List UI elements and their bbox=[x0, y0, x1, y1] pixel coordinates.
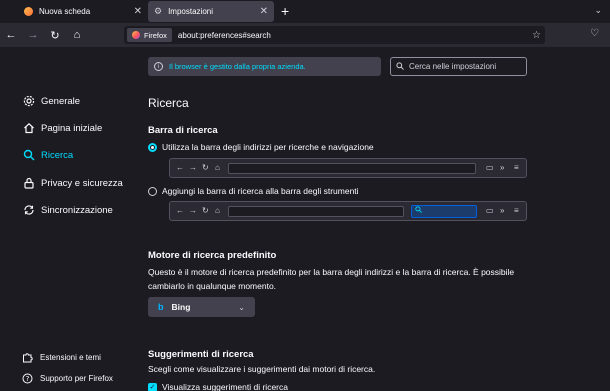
overflow-icon: » bbox=[500, 206, 505, 215]
searchbar-heading: Barra di ricerca bbox=[148, 125, 218, 136]
sidebar-item-label: Sincronizzazione bbox=[41, 204, 113, 216]
identity-label: Firefox bbox=[144, 30, 167, 40]
checkbox-checked[interactable]: ✓ bbox=[148, 382, 157, 391]
sidebar-item-label: Ricerca bbox=[41, 149, 74, 161]
engine-heading: Motore di ricerca predefinito bbox=[148, 250, 277, 261]
reader-icon: ▭ bbox=[486, 163, 494, 172]
navigation-toolbar: ← → ↻ ⌂ Firefox about:preferences#search… bbox=[0, 23, 610, 47]
lock-icon bbox=[22, 177, 35, 190]
back-icon: ← bbox=[176, 206, 184, 215]
overflow-icon: » bbox=[500, 163, 505, 172]
urlbar-preview-field bbox=[228, 206, 404, 217]
checkbox-label: Visualizza suggerimenti di ricerca bbox=[162, 382, 288, 391]
search-icon bbox=[22, 149, 35, 162]
tab-label: Nuova scheda bbox=[39, 7, 91, 16]
engine-description: Questo è il motore di ricerca predefinit… bbox=[148, 267, 515, 291]
radio-button[interactable] bbox=[148, 142, 157, 152]
svg-text:?: ? bbox=[26, 375, 30, 383]
new-tab-button[interactable]: + bbox=[281, 3, 289, 19]
radio-label: Utilizza la barra degli indirizzi per ri… bbox=[162, 142, 374, 152]
pocket-icon[interactable]: ♡ bbox=[590, 28, 599, 39]
default-engine-value: Bing bbox=[171, 302, 191, 312]
puzzle-icon bbox=[22, 352, 33, 363]
radio-label: Aggiungi la barra di ricerca alla barra … bbox=[162, 186, 359, 196]
gear-icon: ⚙ bbox=[154, 6, 163, 16]
reader-icon: ▭ bbox=[486, 206, 494, 215]
close-icon[interactable]: ✕ bbox=[134, 6, 142, 17]
gear-icon bbox=[22, 95, 35, 108]
sidebar-item-privacy[interactable]: Privacy e sicurezza bbox=[22, 175, 123, 191]
searchbar-preview-field bbox=[411, 205, 477, 218]
sidebar-footer-label: Supporto per Firefox bbox=[40, 373, 113, 383]
sidebar-item-label: Privacy e sicurezza bbox=[41, 177, 123, 189]
suggestions-heading: Suggerimenti di ricerca bbox=[148, 349, 254, 360]
sidebar-item-label: Generale bbox=[41, 95, 81, 107]
suggestions-description: Scegli come visualizzare i suggerimenti … bbox=[148, 364, 376, 374]
sidebar-item-label: Pagina iniziale bbox=[41, 122, 103, 134]
bing-icon: b bbox=[158, 302, 164, 312]
policy-notice[interactable]: i Il browser è gestito dalla propria azi… bbox=[148, 57, 381, 76]
reload-icon: ↻ bbox=[202, 163, 209, 172]
menu-icon: ≡ bbox=[514, 206, 519, 215]
radio-option-urlbar[interactable]: Utilizza la barra degli indirizzi per ri… bbox=[148, 142, 374, 152]
search-placeholder: Cerca nelle impostazioni bbox=[409, 62, 497, 71]
searchbar-preview-image: ← → ↻ ⌂ ▭ » ≡ bbox=[169, 201, 527, 221]
sidebar-item-sync[interactable]: Sincronizzazione bbox=[22, 202, 113, 218]
default-engine-select[interactable]: b Bing ⌄ bbox=[148, 297, 255, 317]
identity-box[interactable]: Firefox bbox=[127, 28, 172, 42]
forward-icon[interactable]: → bbox=[22, 29, 44, 41]
search-icon bbox=[396, 61, 404, 72]
reload-icon: ↻ bbox=[202, 206, 209, 215]
list-all-tabs-icon[interactable]: ⌄ bbox=[594, 5, 602, 16]
forward-icon: → bbox=[189, 206, 197, 215]
back-icon[interactable]: ← bbox=[0, 29, 22, 41]
tab-new-tab[interactable]: Nuova scheda ✕ bbox=[18, 1, 148, 22]
urlbar-preview-field bbox=[228, 163, 476, 174]
firefox-icon bbox=[132, 31, 140, 39]
suggestions-checkbox-row[interactable]: ✓ Visualizza suggerimenti di ricerca bbox=[148, 382, 288, 391]
sync-icon bbox=[22, 204, 35, 217]
home-icon: ⌂ bbox=[215, 206, 220, 215]
sidebar-item-search[interactable]: Ricerca bbox=[22, 147, 73, 163]
chevron-down-icon: ⌄ bbox=[238, 302, 245, 312]
policy-notice-text: Il browser è gestito dalla propria azien… bbox=[169, 62, 306, 71]
forward-icon: → bbox=[189, 163, 197, 172]
url-bar[interactable]: Firefox about:preferences#search ☆ bbox=[124, 26, 545, 44]
tab-label: Impostazioni bbox=[168, 7, 213, 16]
sidebar-item-support[interactable]: ? Supporto per Firefox bbox=[22, 371, 113, 385]
page-title: Ricerca bbox=[148, 96, 189, 110]
radio-button[interactable] bbox=[148, 186, 157, 196]
tab-settings[interactable]: ⚙ Impostazioni ✕ bbox=[148, 1, 274, 22]
bookmark-star-icon[interactable]: ☆ bbox=[532, 30, 541, 41]
home-icon[interactable]: ⌂ bbox=[66, 29, 88, 41]
url-text[interactable]: about:preferences#search bbox=[178, 31, 271, 40]
home-icon: ⌂ bbox=[215, 163, 220, 172]
sidebar-item-general[interactable]: Generale bbox=[22, 93, 80, 109]
search-icon bbox=[415, 206, 422, 213]
help-icon: ? bbox=[22, 373, 33, 384]
search-settings-input[interactable]: Cerca nelle impostazioni bbox=[390, 57, 527, 76]
menu-icon: ≡ bbox=[514, 163, 519, 172]
close-icon[interactable]: ✕ bbox=[260, 6, 268, 17]
home-icon bbox=[22, 122, 35, 135]
back-icon: ← bbox=[176, 163, 184, 172]
tab-strip: Nuova scheda ✕ ⚙ Impostazioni ✕ + ⌄ bbox=[0, 0, 610, 23]
sidebar-item-extensions[interactable]: Estensioni e temi bbox=[22, 350, 101, 364]
urlbar-preview-image: ← → ↻ ⌂ ▭ » ≡ bbox=[169, 158, 527, 178]
radio-option-searchbar[interactable]: Aggiungi la barra di ricerca alla barra … bbox=[148, 186, 359, 196]
reload-icon[interactable]: ↻ bbox=[44, 29, 66, 42]
firefox-icon bbox=[24, 7, 33, 16]
sidebar-item-home[interactable]: Pagina iniziale bbox=[22, 120, 102, 136]
info-icon: i bbox=[154, 62, 163, 71]
sidebar-footer-label: Estensioni e temi bbox=[40, 352, 101, 362]
